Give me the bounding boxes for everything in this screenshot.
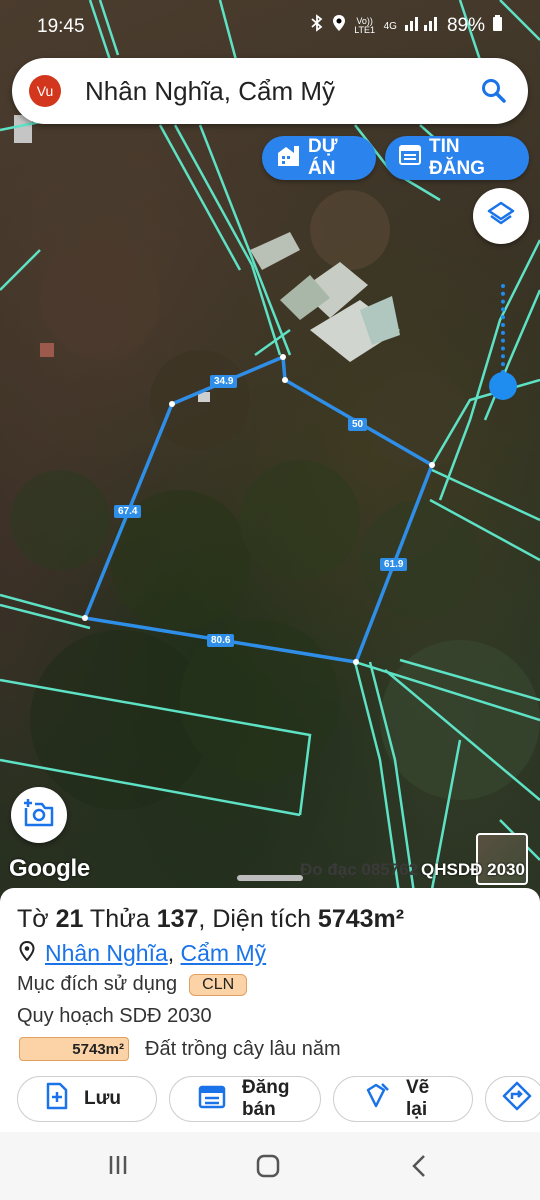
edge-length-label: 50	[348, 418, 368, 431]
sheet-number: 21	[55, 905, 84, 933]
layers-icon	[487, 200, 515, 233]
bluetooth-icon	[310, 14, 324, 38]
layers-button[interactable]	[473, 188, 529, 244]
parcel-info-sheet: Tờ 21 Thửa 137, Diện tích 5743m² Nhân Ng…	[0, 888, 540, 1132]
redraw-button[interactable]: Vẽ lại	[333, 1076, 473, 1122]
du-an-button[interactable]: DỰ ÁN	[262, 136, 376, 180]
add-photo-button[interactable]	[11, 787, 67, 843]
location-separator: ,	[167, 940, 175, 966]
directions-button[interactable]	[485, 1076, 540, 1122]
vegetation-texture	[10, 190, 540, 810]
avatar[interactable]: Vu	[29, 75, 61, 107]
directions-icon	[502, 1081, 532, 1117]
sheet-handle[interactable]	[237, 875, 303, 881]
status-icons: Vo)) LTE1 4G 89%	[310, 14, 502, 38]
status-bar: 19:45 Vo)) LTE1 4G 89%	[0, 0, 540, 54]
map-overlay	[0, 0, 540, 900]
google-logo: Google	[9, 855, 90, 882]
plan-layer-label[interactable]: QHSDĐ 2030	[421, 860, 525, 880]
current-location-marker[interactable]	[489, 372, 517, 400]
building-icon	[276, 144, 300, 172]
pin-icon	[19, 940, 35, 967]
add-photo-icon	[22, 798, 56, 833]
plan-area-row: 5743m² Đất trồng cây lâu năm	[19, 1037, 341, 1061]
draw-icon	[362, 1082, 390, 1116]
purpose-row: Mục đích sử dụng CLN	[17, 973, 248, 996]
action-buttons: Lưu Đăng bán Vẽ lại	[17, 1076, 540, 1122]
tin-dang-button[interactable]: TIN ĐĂNG	[385, 136, 529, 180]
plan-area-description: Đất trồng cây lâu năm	[145, 1037, 341, 1060]
edge-length-label: 80.6	[207, 634, 235, 647]
edge-length-label: 34.9	[210, 375, 238, 388]
calendar-icon	[198, 1083, 226, 1115]
home-icon[interactable]	[256, 1154, 280, 1183]
plan-label: Quy hoạch SDĐ 2030	[17, 1005, 212, 1027]
listing-icon	[399, 145, 421, 171]
battery-percent: 89%	[446, 15, 485, 36]
save-icon	[46, 1082, 68, 1116]
save-button[interactable]: Lưu	[17, 1076, 157, 1122]
du-an-label: DỰ ÁN	[308, 136, 338, 179]
measure-label[interactable]: Đo đạc 085762	[300, 860, 418, 880]
system-nav-bar	[0, 1132, 540, 1200]
network-type: 4G	[383, 20, 397, 32]
area-prefix: , Diện tích	[198, 905, 318, 933]
redraw-label: Vẽ lại	[406, 1077, 430, 1120]
signal-icon	[404, 15, 439, 37]
search-bar[interactable]: Vu Nhân Nghĩa, Cẩm Mỹ	[12, 58, 528, 124]
district-link[interactable]: Cẩm Mỹ	[181, 940, 267, 966]
search-icon[interactable]	[480, 77, 508, 105]
search-input[interactable]: Nhân Nghĩa, Cẩm Mỹ	[85, 76, 335, 107]
back-icon[interactable]	[410, 1154, 428, 1183]
commune-link[interactable]: Nhân Nghĩa	[45, 940, 168, 966]
parcel-prefix: Thửa	[83, 905, 157, 933]
purpose-label: Mục đích sử dụng	[17, 973, 178, 995]
volte-indicator: Vo)) LTE1	[354, 16, 376, 35]
recent-apps-icon[interactable]	[107, 1154, 129, 1181]
save-label: Lưu	[84, 1088, 121, 1109]
parcel-number: 137	[156, 905, 199, 933]
area-value: 5743m²	[317, 905, 405, 933]
location-icon	[332, 14, 346, 38]
purpose-badge: CLN	[189, 973, 248, 996]
parcel-title: Tờ 21 Thửa 137, Diện tích 5743m²	[17, 905, 404, 934]
tin-dang-label: TIN ĐĂNG	[429, 136, 485, 179]
map-view[interactable]: 34.9 50 61.9 80.6 67.4	[0, 0, 540, 900]
sell-button[interactable]: Đăng bán	[169, 1076, 321, 1122]
sheet-prefix: Tờ	[17, 905, 56, 933]
parcel-location: Nhân Nghĩa, Cẩm Mỹ	[19, 940, 266, 967]
plan-area-bar: 5743m²	[19, 1037, 129, 1061]
sell-label: Đăng bán	[242, 1077, 290, 1120]
status-time: 19:45	[37, 16, 85, 37]
edge-length-label: 61.9	[380, 558, 408, 571]
edge-length-label: 67.4	[114, 505, 142, 518]
location-trail	[501, 284, 505, 374]
battery-icon	[493, 15, 502, 37]
